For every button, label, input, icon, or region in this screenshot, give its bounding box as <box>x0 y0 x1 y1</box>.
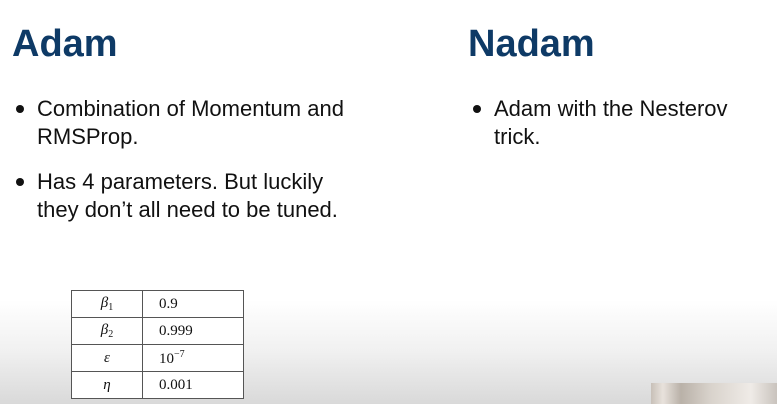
param-symbol: ε <box>71 344 143 372</box>
nadam-bullet-list: Adam with the Nesterov trick. <box>470 95 770 168</box>
nadam-bullet-1: Adam with the Nesterov trick. <box>470 95 770 151</box>
param-value: 0.001 <box>142 371 244 399</box>
bullet-dot-icon <box>16 105 24 113</box>
nadam-title: Nadam <box>468 23 595 65</box>
adam-parameters-table: β1 0.9 β2 0.999 ε 10−7 η 0.001 <box>71 290 244 399</box>
param-value: 10−7 <box>142 344 244 372</box>
adam-bullet-1: Combination of Momentum and RMSProp. <box>13 95 353 151</box>
adam-title: Adam <box>12 23 118 65</box>
param-value: 0.9 <box>142 290 244 318</box>
bullet-dot-icon <box>16 178 24 186</box>
adam-bullet-2: Has 4 parameters. But luckily they don’t… <box>13 168 353 224</box>
table-row: ε 10−7 <box>71 344 244 372</box>
video-thumbnail-edge <box>651 383 777 404</box>
table-row: η 0.001 <box>71 371 244 399</box>
param-symbol: β2 <box>71 317 143 345</box>
param-value: 0.999 <box>142 317 244 345</box>
table-row: β2 0.999 <box>71 317 244 345</box>
bullet-dot-icon <box>473 105 481 113</box>
param-symbol: β1 <box>71 290 143 318</box>
param-symbol: η <box>71 371 143 399</box>
table-row: β1 0.9 <box>71 290 244 318</box>
adam-bullet-list: Combination of Momentum and RMSProp. Has… <box>13 95 353 241</box>
